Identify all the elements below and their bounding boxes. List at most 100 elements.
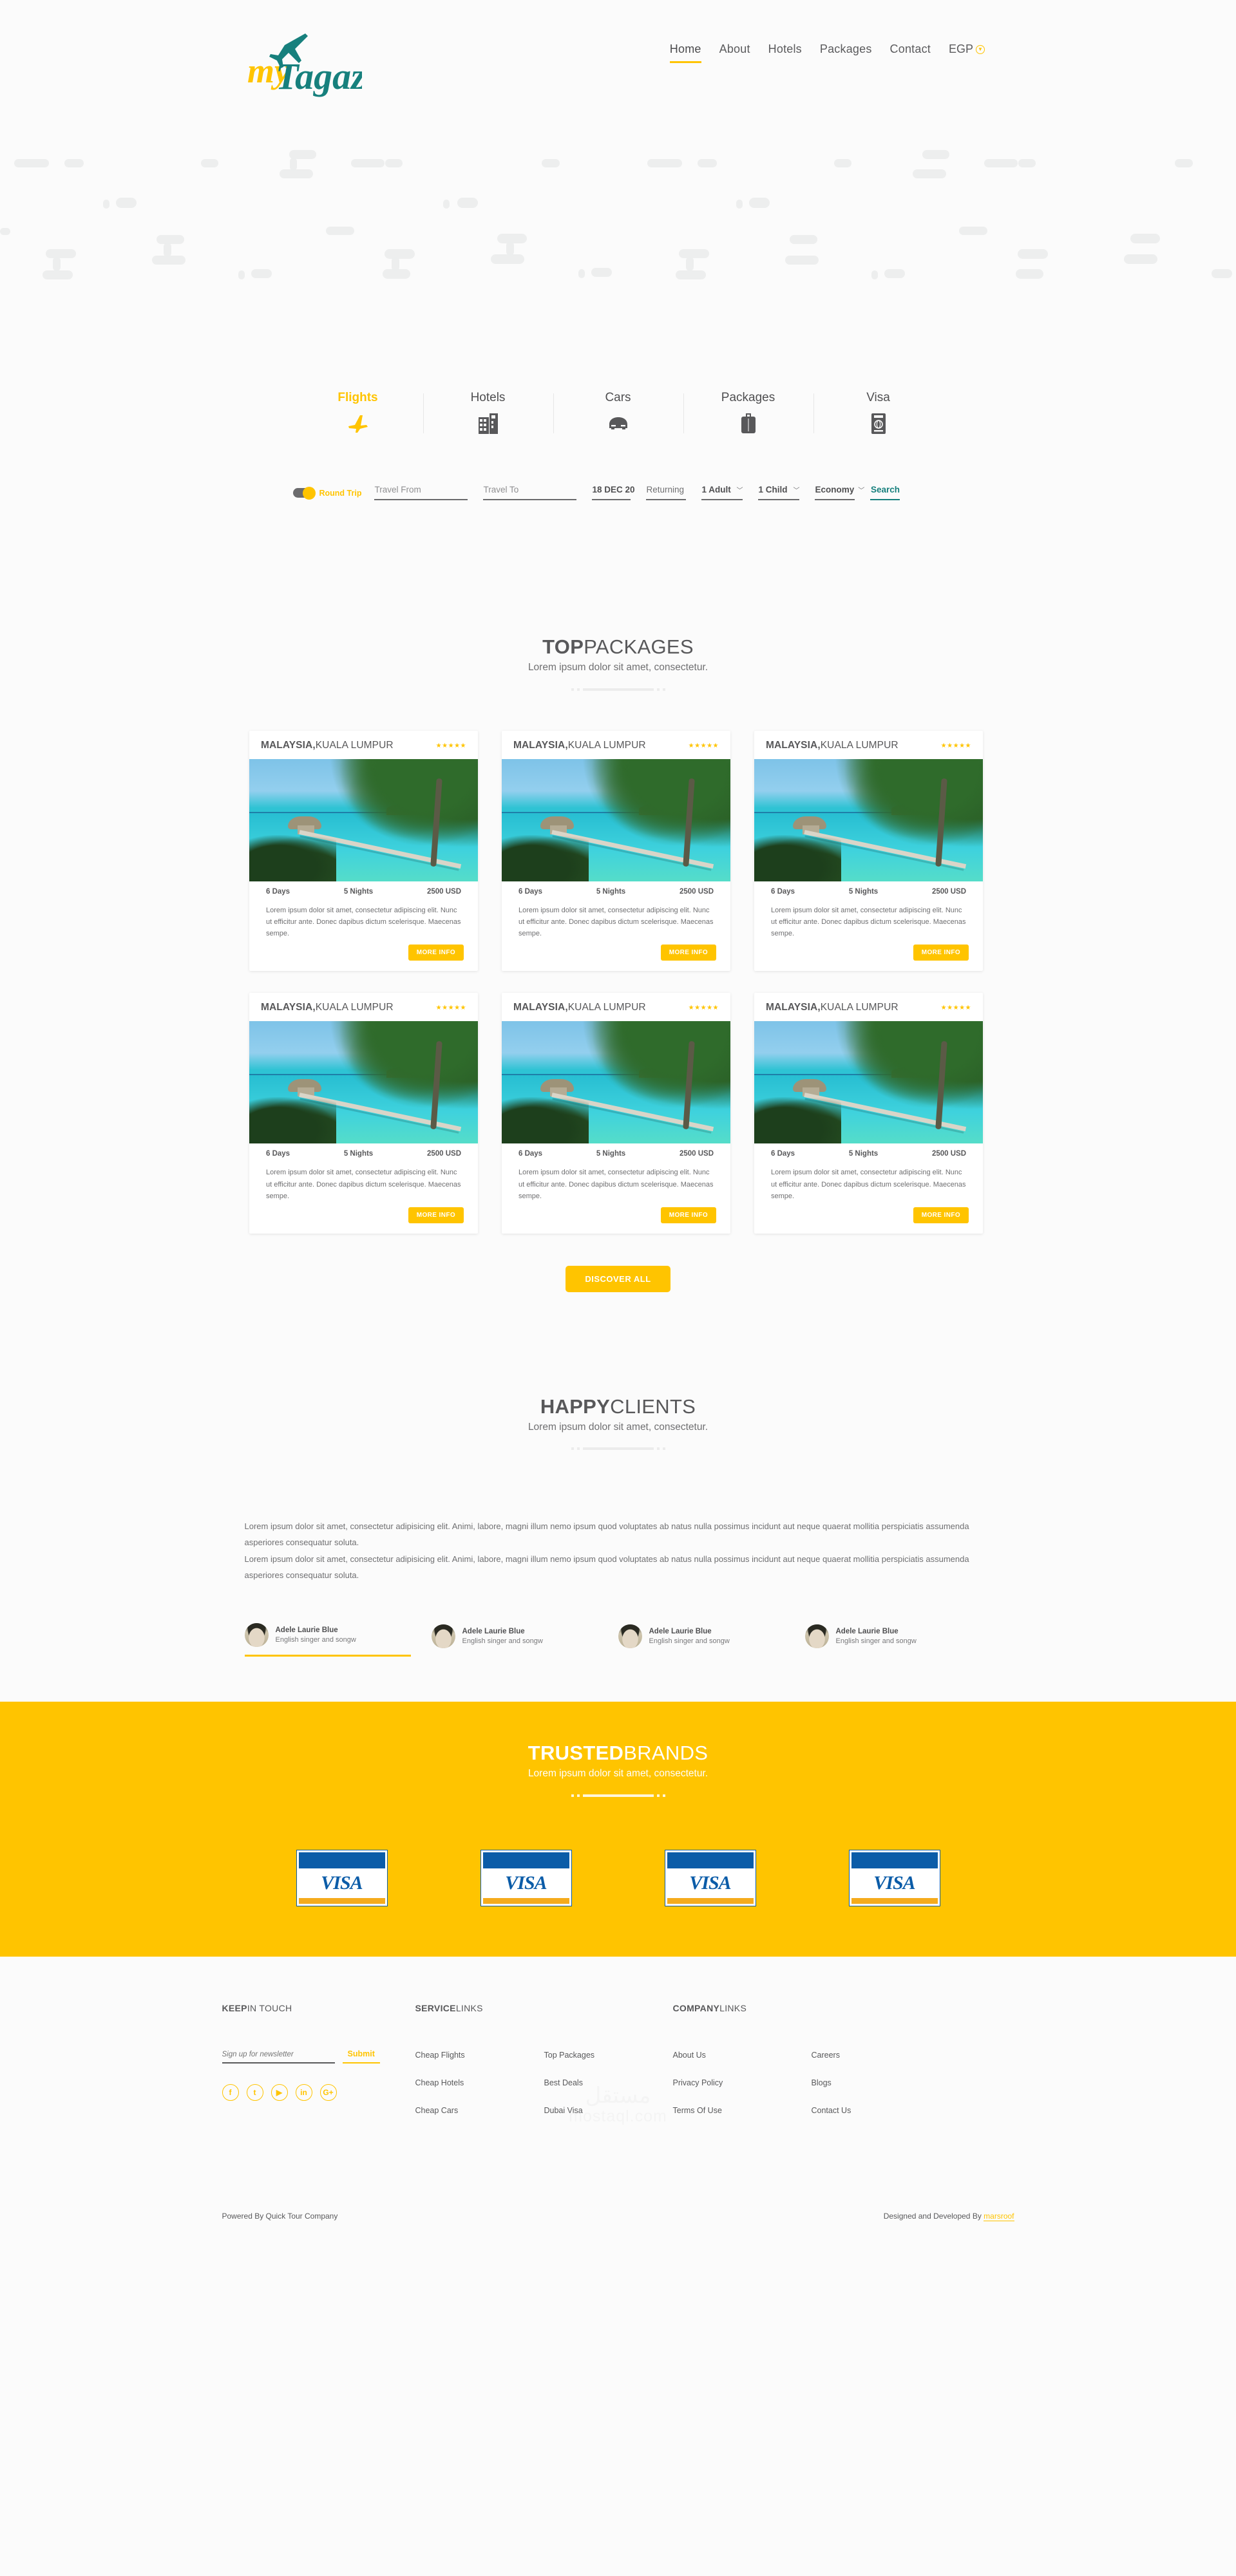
package-meta: 6 Days 5 Nights 2500 USD <box>754 881 983 899</box>
toggle-switch[interactable] <box>292 486 316 500</box>
return-date-placeholder: Returning <box>646 485 685 494</box>
footer-link-cheap-flights[interactable]: Cheap Flights <box>415 2051 544 2060</box>
client-item[interactable]: Adele Laurie Blue English singer and son… <box>431 1623 618 1657</box>
package-card[interactable]: MALAYSIA,KUALA LUMPUR ★★★★★ 6 Days 5 Nig… <box>249 731 478 972</box>
search-button[interactable]: Search <box>870 485 900 500</box>
nav-item-packages[interactable]: Packages <box>820 42 872 61</box>
package-description: Lorem ipsum dolor sit amet, consectetur … <box>518 907 714 938</box>
package-card-footer: MORE INFO <box>754 1202 983 1234</box>
footer-link-contact-us[interactable]: Contact Us <box>812 2106 950 2115</box>
chevron-down-icon: ﹀ <box>736 487 743 494</box>
nav-item-hotels[interactable]: Hotels <box>768 42 802 61</box>
footer-link-top-packages[interactable]: Top Packages <box>544 2051 673 2060</box>
cloud-shape <box>647 159 682 167</box>
footer-link-cheap-hotels[interactable]: Cheap Hotels <box>415 2078 544 2087</box>
divider-dot <box>656 688 660 691</box>
cloud-shape <box>1124 254 1157 264</box>
cloud-shape <box>871 270 878 279</box>
cloud-shape <box>457 198 478 208</box>
linkedin-icon[interactable]: in <box>295 2084 312 2101</box>
more-info-button[interactable]: MORE INFO <box>913 945 969 961</box>
site-header: my Tagaza Home About Hotels Packages Con… <box>0 0 1236 113</box>
nav-item-about[interactable]: About <box>719 42 750 61</box>
passport-icon <box>813 413 944 435</box>
package-card[interactable]: MALAYSIA,KUALA LUMPUR ★★★★★ 6 Days 5 Nig… <box>502 731 730 972</box>
tab-cars[interactable]: Cars <box>553 391 683 435</box>
package-card-header: MALAYSIA,KUALA LUMPUR ★★★★★ <box>249 993 478 1021</box>
visa-wordmark: VISA <box>505 1872 547 1894</box>
client-item[interactable]: Adele Laurie Blue English singer and son… <box>804 1623 992 1657</box>
footer-link-about-us[interactable]: About Us <box>673 2051 812 2060</box>
newsletter-submit-button[interactable]: Submit <box>342 2049 380 2064</box>
youtube-icon[interactable]: ▶ <box>271 2084 288 2101</box>
children-select[interactable]: 1 Child ﹀ <box>758 485 800 500</box>
more-info-button[interactable]: MORE INFO <box>913 1207 969 1223</box>
cloud-shape <box>251 269 272 278</box>
more-info-button[interactable]: MORE INFO <box>660 1207 716 1223</box>
hero-banner <box>0 113 1236 383</box>
more-info-button[interactable]: MORE INFO <box>660 945 716 961</box>
cloud-shape <box>749 198 770 208</box>
tab-flights[interactable]: Flights <box>293 391 423 435</box>
visa-top-band <box>482 1852 569 1869</box>
client-item[interactable]: Adele Laurie Blue English singer and son… <box>618 1623 805 1657</box>
footer-link-blogs[interactable]: Blogs <box>812 2078 950 2087</box>
divider-dot <box>571 1794 574 1797</box>
packages-title: TOPPACKAGES <box>0 635 1236 659</box>
client-item[interactable]: Adele Laurie Blue English singer and son… <box>244 1623 411 1657</box>
footer-link-privacy-policy[interactable]: Privacy Policy <box>673 2078 812 2087</box>
footer-link-cheap-cars[interactable]: Cheap Cars <box>415 2106 544 2115</box>
travel-to-field[interactable]: Travel To <box>483 485 577 500</box>
client-name: Adele Laurie Blue <box>649 1627 712 1635</box>
package-nights: 5 Nights <box>596 1150 626 1158</box>
brands-title-light: BRANDS <box>623 1742 708 1765</box>
cabin-class-select[interactable]: Economy ﹀ <box>815 485 864 500</box>
visa-logo[interactable]: VISA <box>848 1850 940 1907</box>
more-info-button[interactable]: MORE INFO <box>408 945 464 961</box>
twitter-icon[interactable]: t <box>246 2084 263 2101</box>
visa-logo[interactable]: VISA <box>480 1850 572 1907</box>
package-card[interactable]: MALAYSIA,KUALA LUMPUR ★★★★★ 6 Days 5 Nig… <box>249 993 478 1234</box>
credits-link[interactable]: marsroof <box>984 2212 1014 2222</box>
client-role: English singer and songw <box>835 1637 917 1645</box>
footer-link-careers[interactable]: Careers <box>812 2051 950 2060</box>
company-title-bold: COMPANY <box>672 2003 720 2014</box>
package-nights: 5 Nights <box>343 1150 374 1158</box>
facebook-icon[interactable]: f <box>222 2084 239 2101</box>
footer-link-best-deals[interactable]: Best Deals <box>544 2078 673 2087</box>
cloud-shape <box>351 159 385 167</box>
nav-item-contact[interactable]: Contact <box>890 42 931 61</box>
footer-link-terms-of-use[interactable]: Terms Of Use <box>673 2106 812 2115</box>
cloud-shape <box>53 257 61 271</box>
brand-logo[interactable]: my Tagaza <box>246 27 362 98</box>
visa-wordmark-wrap: VISA <box>481 1868 571 1898</box>
more-info-button[interactable]: MORE INFO <box>408 1207 464 1223</box>
package-card[interactable]: MALAYSIA,KUALA LUMPUR ★★★★★ 6 Days 5 Nig… <box>754 993 983 1234</box>
nav-item-home[interactable]: Home <box>669 42 701 63</box>
cloud-shape <box>14 159 49 167</box>
client-name: Adele Laurie Blue <box>462 1627 525 1635</box>
visa-logo[interactable]: VISA <box>296 1850 388 1907</box>
package-card-header: MALAYSIA,KUALA LUMPUR ★★★★★ <box>249 731 478 759</box>
tab-packages[interactable]: Packages <box>683 391 813 435</box>
company-links-grid: About Us Careers Privacy Policy Blogs Te… <box>673 2051 950 2115</box>
tab-hotels[interactable]: Hotels <box>423 391 553 435</box>
package-cards-grid: MALAYSIA,KUALA LUMPUR ★★★★★ 6 Days 5 Nig… <box>249 731 987 1234</box>
departure-date-field[interactable]: 18 DEC 20 <box>592 485 635 500</box>
newsletter-input[interactable] <box>222 2051 335 2064</box>
return-date-field[interactable]: Returning <box>646 485 687 500</box>
footer-link-dubai-visa[interactable]: Dubai Visa <box>544 2106 673 2115</box>
discover-all-button[interactable]: DISCOVER ALL <box>566 1265 670 1292</box>
adults-select[interactable]: 1 Adult ﹀ <box>701 485 743 500</box>
divider-bar <box>582 1447 654 1451</box>
tab-visa[interactable]: Visa <box>813 391 944 435</box>
travel-from-field[interactable]: Travel From <box>374 485 468 500</box>
rating-stars: ★★★★★ <box>435 742 466 749</box>
package-card[interactable]: MALAYSIA,KUALA LUMPUR ★★★★★ 6 Days 5 Nig… <box>502 993 730 1234</box>
google-plus-icon[interactable]: G+ <box>319 2084 337 2101</box>
visa-logo[interactable]: VISA <box>664 1850 756 1907</box>
round-trip-toggle[interactable]: Round Trip <box>292 486 361 500</box>
clients-title: HAPPYCLIENTS <box>0 1395 1236 1418</box>
package-card[interactable]: MALAYSIA,KUALA LUMPUR ★★★★★ 6 Days 5 Nig… <box>754 731 983 972</box>
currency-selector[interactable]: EGP ▼ <box>949 42 985 56</box>
